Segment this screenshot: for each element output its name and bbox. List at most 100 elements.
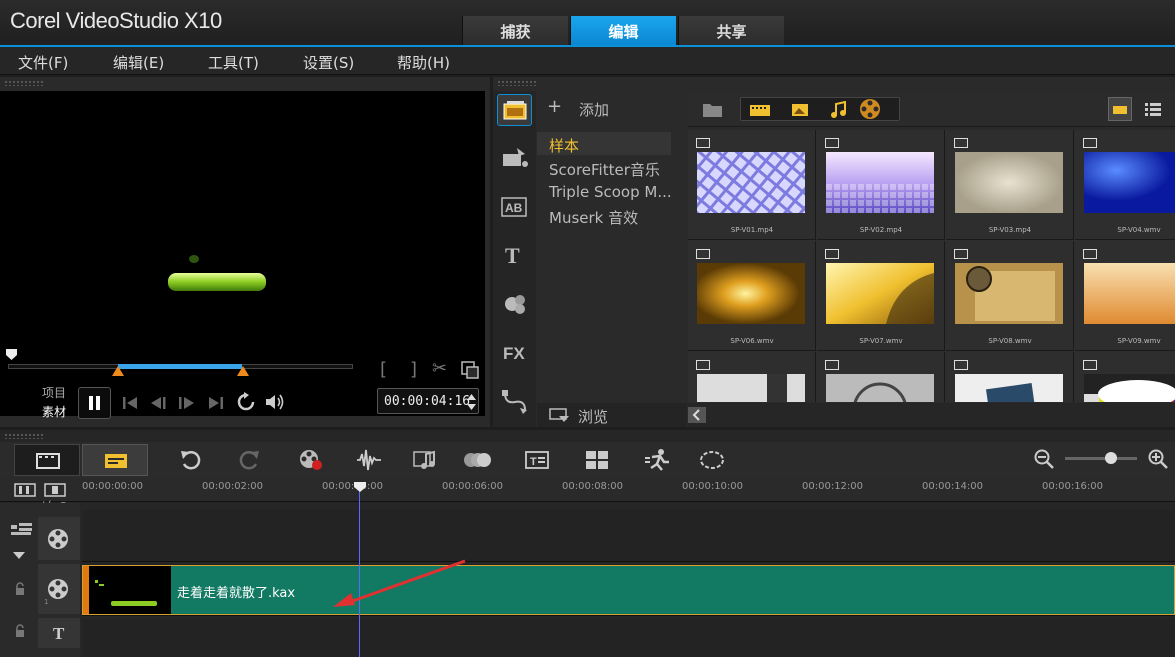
menu-tools[interactable]: 工具(T)	[208, 52, 259, 73]
timeline-clip[interactable]: 走着走着就散了.kax	[82, 565, 1175, 615]
media-category-button[interactable]	[497, 94, 532, 126]
transition-icon[interactable]: AB	[501, 195, 529, 219]
go-to-start-icon[interactable]	[120, 393, 140, 413]
video-track[interactable]	[82, 510, 1175, 562]
filter-fx-icon[interactable]: FX	[501, 341, 529, 363]
undo-icon[interactable]	[178, 448, 202, 472]
timecode-field[interactable]: 00:00:04:16	[377, 388, 479, 414]
mark-in-icon[interactable]: [	[380, 359, 387, 380]
title-icon[interactable]: T	[501, 243, 529, 267]
expand-tracks-icon[interactable]	[12, 550, 26, 560]
thumbnail-item[interactable]: SP-V06.wmv	[688, 241, 816, 351]
menu-settings[interactable]: 设置(S)	[303, 52, 354, 73]
ruler-label: 00:00:00:00	[82, 481, 144, 492]
motion-tracking-icon[interactable]	[698, 448, 726, 472]
horizontal-scrollbar[interactable]	[688, 403, 1175, 427]
show-audio-icon[interactable]	[829, 101, 849, 119]
reel-icon[interactable]	[858, 97, 882, 121]
volume-icon[interactable]	[263, 391, 287, 413]
enlarge-icon[interactable]	[460, 360, 480, 380]
auto-music-icon[interactable]	[412, 448, 438, 472]
lock-icon[interactable]	[14, 624, 26, 638]
title-track-header[interactable]: T	[38, 618, 80, 648]
folder-item-samples[interactable]: 样本	[549, 135, 579, 156]
list-view-icon[interactable]	[1141, 97, 1165, 121]
storyboard-view-button[interactable]	[14, 444, 80, 476]
thumbnail-view-button[interactable]	[1108, 97, 1132, 121]
video-track-header[interactable]	[38, 517, 80, 560]
record-capture-icon[interactable]	[298, 448, 324, 472]
folder-icon[interactable]	[702, 99, 724, 119]
thumbnail-item[interactable]: SP-V07.wmv	[817, 241, 945, 351]
trim-end-marker[interactable]	[237, 366, 249, 376]
thumbnail-view-icon	[1113, 106, 1127, 114]
previous-frame-icon[interactable]	[148, 393, 170, 413]
zoom-slider-track[interactable]	[1065, 457, 1137, 460]
browse-label[interactable]: 浏览	[578, 406, 608, 427]
ruler-label: 00:00:02:00	[202, 481, 264, 492]
thumbnail-item[interactable]: SP-V03.mp4	[946, 130, 1074, 240]
scissors-icon[interactable]: ✂	[432, 358, 447, 379]
playhead-marker-icon[interactable]	[353, 481, 367, 493]
timecode-spinner-icon[interactable]	[466, 392, 477, 412]
path-icon[interactable]	[501, 388, 529, 414]
panel-grip[interactable]	[4, 80, 44, 86]
menu-edit[interactable]: 编辑(E)	[113, 52, 164, 73]
folder-item-scorefitter[interactable]: ScoreFitter音乐	[549, 159, 660, 180]
folder-item-muserk[interactable]: Muserk 音效	[549, 207, 638, 228]
track-manager-icon[interactable]	[44, 482, 68, 498]
title-track[interactable]	[82, 618, 1175, 657]
redo-icon[interactable]	[238, 448, 262, 472]
subtitle-editor-icon[interactable]: T	[524, 448, 550, 472]
svg-text:T: T	[530, 456, 537, 468]
multi-camera-icon[interactable]	[462, 448, 492, 472]
add-folder-icon[interactable]: +	[547, 96, 562, 117]
sound-mixer-icon[interactable]	[356, 448, 382, 472]
menu-file[interactable]: 文件(F)	[18, 52, 68, 73]
thumbnail-item[interactable]	[688, 352, 816, 402]
zoom-out-icon[interactable]	[1033, 448, 1055, 470]
thumbnail-item[interactable]	[1075, 352, 1175, 402]
scroll-left-button[interactable]	[688, 407, 706, 423]
repeat-icon[interactable]	[235, 391, 257, 413]
panel-grip[interactable]	[497, 80, 537, 86]
library-toolbar	[688, 91, 1175, 127]
folder-item-triple-scoop[interactable]: Triple Scoop M...	[549, 183, 672, 201]
zoom-slider-handle[interactable]	[1105, 452, 1117, 464]
instant-project-icon[interactable]	[501, 146, 529, 170]
browse-icon[interactable]	[549, 406, 571, 424]
zoom-in-icon[interactable]	[1147, 448, 1169, 470]
next-frame-icon[interactable]	[176, 393, 198, 413]
tab-capture[interactable]: 捕获	[462, 16, 568, 46]
lock-icon[interactable]	[14, 582, 26, 596]
thumbnail-item[interactable]: SP-V01.mp4	[688, 130, 816, 240]
thumbnail-item[interactable]: SP-V04.wmv	[1075, 130, 1175, 240]
pause-button[interactable]	[78, 387, 111, 419]
add-folder-label[interactable]: 添加	[579, 99, 609, 120]
go-to-end-icon[interactable]	[206, 393, 226, 413]
show-all-tracks-icon[interactable]	[14, 482, 38, 498]
show-video-icon[interactable]	[749, 102, 773, 118]
overlay-track-header[interactable]	[38, 564, 80, 614]
mark-out-icon[interactable]: ]	[410, 359, 417, 380]
thumbnail-item[interactable]: 2	[946, 352, 1074, 402]
show-photo-icon[interactable]	[789, 102, 813, 118]
thumbnail-item[interactable]: SP-V08.wmv	[946, 241, 1074, 351]
thumbnail-item[interactable]: SP-V09.wmv	[1075, 241, 1175, 351]
panel-grip[interactable]	[4, 433, 44, 439]
time-remapping-icon[interactable]	[644, 448, 672, 472]
mode-clip[interactable]: 素材	[42, 403, 66, 420]
trim-start-marker[interactable]	[112, 366, 124, 376]
scrubber-handle[interactable]	[4, 347, 20, 363]
menu-help[interactable]: 帮助(H)	[397, 52, 450, 73]
timeline-view-button[interactable]	[82, 444, 148, 476]
track-settings-icon[interactable]	[10, 520, 34, 538]
mode-project[interactable]: 项目	[42, 384, 66, 401]
graphic-icon[interactable]	[500, 291, 530, 317]
tab-edit[interactable]: 编辑	[570, 16, 676, 46]
split-screen-icon[interactable]	[584, 448, 610, 472]
thumbnail-item[interactable]: SP-V02.mp4	[817, 130, 945, 240]
thumbnail-item[interactable]: 5	[817, 352, 945, 402]
video-badge-icon	[696, 360, 710, 370]
tab-share[interactable]: 共享	[678, 16, 784, 46]
